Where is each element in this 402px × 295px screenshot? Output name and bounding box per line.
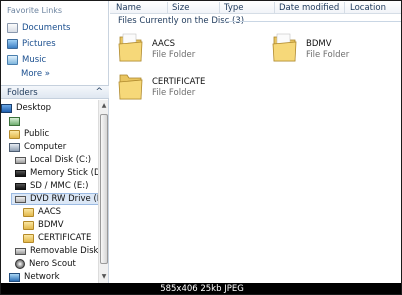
memory-card-icon <box>15 182 26 190</box>
column-header-size[interactable]: Size <box>172 3 189 13</box>
removable-disk-icon <box>15 247 26 255</box>
tree-item-label: AACS <box>38 207 62 217</box>
scroll-up-arrow-icon[interactable]: ▲ <box>100 102 108 110</box>
favorite-link-label: Music <box>22 55 47 65</box>
computer-icon <box>9 142 20 152</box>
memory-card-icon <box>15 169 26 177</box>
favorite-link-label: Documents <box>22 23 71 33</box>
documents-icon <box>7 23 18 33</box>
file-list-pane: Name Size Type Date modified Location Fi… <box>110 1 401 283</box>
pictures-icon <box>7 39 18 49</box>
tree-item-memory-stick-d[interactable]: Memory Stick (D:) <box>15 167 98 179</box>
folder-icon <box>9 129 20 139</box>
tree-item-sd-mmc-e[interactable]: SD / MMC (E:) <box>15 180 88 192</box>
tree-item-label: Computer <box>24 142 67 152</box>
column-divider[interactable] <box>274 2 275 13</box>
group-label: Files Currently on the Disc <box>118 16 230 26</box>
column-divider[interactable] <box>344 2 345 13</box>
file-name: BDMV <box>306 39 332 49</box>
dvd-drive-icon <box>15 195 26 203</box>
file-item-bdmv[interactable]: BDMV File Folder <box>272 31 392 67</box>
folder-icon <box>118 74 143 100</box>
user-folder-icon <box>9 116 20 126</box>
tree-item-label: DVD RW Drive (F:) <box>30 194 98 204</box>
file-type: File Folder <box>306 50 350 60</box>
tree-item-certificate[interactable]: CERTIFICATE <box>23 232 91 244</box>
more-links-button[interactable]: More » <box>21 69 50 79</box>
file-name: AACS <box>152 39 176 49</box>
tree-item-label: Public <box>24 129 50 139</box>
favorite-link-pictures[interactable]: Pictures <box>7 38 56 50</box>
tree-item-network[interactable]: Network <box>9 271 60 283</box>
tree-item-label: SD / MMC (E:) <box>30 181 89 191</box>
chevron-double-right-icon: » <box>44 69 50 79</box>
tree-item-bdmv[interactable]: BDMV <box>23 219 64 231</box>
favorite-links-title: Favorite Links <box>7 6 63 15</box>
tree-item-label: Local Disk (C:) <box>30 155 92 165</box>
column-header-date-modified[interactable]: Date modified <box>279 3 339 13</box>
tree-item-nero-scout[interactable]: Nero Scout <box>15 258 76 270</box>
desktop-icon <box>1 103 12 113</box>
file-type: File Folder <box>152 50 196 60</box>
column-header-location[interactable]: Location <box>350 3 386 13</box>
tree-item-label: Removable Disk (G <box>30 246 98 256</box>
tree-scrollbar[interactable]: ▲ ▼ <box>98 100 108 283</box>
folder-icon <box>272 33 297 62</box>
tree-item-label: CERTIFICATE <box>38 233 92 243</box>
chevron-up-icon: ^ <box>95 87 103 97</box>
tree-item-computer[interactable]: Computer <box>9 141 66 153</box>
folders-toggle-bar[interactable]: Folders ^ <box>1 85 109 99</box>
tree-item-local-disk-c[interactable]: Local Disk (C:) <box>15 154 91 166</box>
favorite-link-music[interactable]: Music <box>7 54 46 66</box>
hard-disk-icon <box>15 156 26 164</box>
tree-item-label: Desktop <box>16 103 52 113</box>
navigation-pane: Favorite Links Documents Pictures Music … <box>1 1 109 283</box>
file-type: File Folder <box>152 88 196 98</box>
folder-icon <box>23 207 34 217</box>
network-icon <box>9 272 20 282</box>
folder-icon <box>23 220 34 230</box>
favorite-link-documents[interactable]: Documents <box>7 22 70 34</box>
group-divider <box>222 21 401 22</box>
tree-item-user-folder[interactable] <box>9 115 24 127</box>
file-item-certificate[interactable]: CERTIFICATE File Folder <box>118 69 258 105</box>
column-divider[interactable] <box>167 2 168 13</box>
file-name: CERTIFICATE <box>152 77 206 87</box>
tree-item-public[interactable]: Public <box>9 128 49 140</box>
tree-item-removable-disk-g[interactable]: Removable Disk (G <box>15 245 98 257</box>
tree-item-aacs[interactable]: AACS <box>23 206 61 218</box>
tree-item-desktop[interactable]: Desktop <box>1 102 51 114</box>
folder-icon <box>118 33 143 62</box>
music-icon <box>7 55 18 65</box>
folder-tree: Desktop Public Computer Local Disk (C:) … <box>1 100 98 283</box>
nero-scout-icon <box>15 259 25 269</box>
folders-label: Folders <box>7 88 38 98</box>
scroll-down-arrow-icon[interactable]: ▼ <box>100 273 108 281</box>
tree-item-label: Nero Scout <box>29 259 76 269</box>
favorite-link-label: Pictures <box>22 39 56 49</box>
tree-item-label: Network <box>24 272 60 282</box>
explorer-window: Favorite Links Documents Pictures Music … <box>0 0 402 295</box>
file-item-aacs[interactable]: AACS File Folder <box>118 31 238 67</box>
image-caption: 585x406 25kb JPEG <box>1 283 401 294</box>
column-divider[interactable] <box>219 2 220 13</box>
more-label: More <box>21 69 43 79</box>
tree-item-label: BDMV <box>38 220 64 230</box>
column-header-type[interactable]: Type <box>224 3 244 13</box>
tree-item-label: Memory Stick (D:) <box>30 168 98 178</box>
column-header-bar: Name Size Type Date modified Location <box>110 1 401 14</box>
tree-item-dvd-rw-drive-f[interactable]: DVD RW Drive (F:) <box>11 193 98 205</box>
column-header-name[interactable]: Name <box>116 3 141 13</box>
scrollbar-thumb[interactable] <box>100 114 108 264</box>
folder-icon <box>23 233 34 243</box>
